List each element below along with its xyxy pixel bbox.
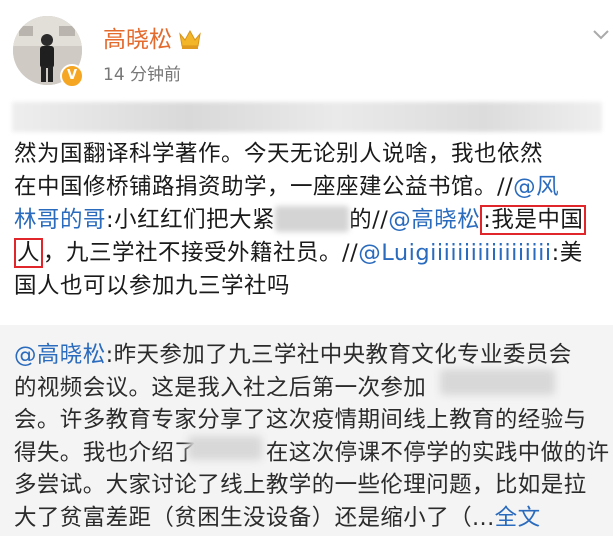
verified-badge: V bbox=[60, 64, 84, 88]
text-segment: 的// bbox=[349, 207, 389, 233]
text-segment: 多尝试。大家讨论了线上教学的一些伦理问题，比如是拉 bbox=[14, 472, 587, 498]
text-segment: 大了贫富差距（贫困生没设备）还是缩小了（... bbox=[14, 504, 495, 531]
text-line: 得失。我也介绍了 在这次停课不停学的实践中做的许 bbox=[14, 437, 612, 470]
text-line: 林哥的哥:小红红们把大紧 的//@高晓松:我是中国 bbox=[14, 204, 612, 237]
blurred-region bbox=[188, 436, 262, 460]
text-segment: 在中国修桥铺路捐资助学，一座座建公益书馆。// bbox=[14, 174, 514, 200]
text-segment: :美 bbox=[551, 240, 583, 266]
mention-link[interactable]: @Luigiiiiiiiiiiiiiiiiii bbox=[358, 240, 551, 266]
chevron-down-icon[interactable] bbox=[592, 28, 610, 42]
highlighted-text: 人 bbox=[14, 238, 44, 268]
text-line: @高晓松:昨天参加了九三学社中央教育文化专业委员会 bbox=[14, 339, 612, 372]
blurred-region bbox=[440, 369, 555, 395]
blurred-region bbox=[275, 206, 350, 232]
mention-link[interactable]: @高晓松 bbox=[14, 342, 106, 368]
post-timestamp: 14 分钟前 bbox=[103, 65, 182, 85]
text-segment: 的视频会议。这是我入社之后第一次参加 bbox=[14, 374, 427, 401]
text-segment: 然为国翻译科学著作。今天无论别人说啥，我也依然 bbox=[14, 141, 544, 167]
text-segment: :昨天参加了九三学社中央教育文化专业委员会 bbox=[105, 342, 572, 368]
text-line: 大了贫富差距（贫困生没设备）还是缩小了（...全文 bbox=[14, 502, 612, 535]
text-segment: 得失。我也介绍了 bbox=[14, 439, 198, 466]
mention-link[interactable]: 林哥的哥 bbox=[14, 207, 106, 233]
text-line: 在中国修桥铺路捐资助学，一座座建公益书馆。//@风 bbox=[14, 171, 612, 204]
post-body: 然为国翻译科学著作。今天无论别人说啥，我也依然 在中国修桥铺路捐资助学，一座座建公… bbox=[14, 138, 612, 303]
highlighted-text: :我是中国 bbox=[480, 205, 587, 235]
text-line: 然为国翻译科学著作。今天无论别人说啥，我也依然 bbox=[14, 138, 612, 171]
text-segment: 在这次停课不停学的实践中做的许 bbox=[265, 439, 610, 466]
text-segment: :小红红们把大紧 bbox=[106, 207, 276, 233]
mention-link[interactable]: @风 bbox=[513, 174, 559, 200]
post-header: V 高晓松 14 分钟前 bbox=[0, 0, 613, 100]
username[interactable]: 高晓松 bbox=[103, 26, 172, 54]
quoted-post[interactable]: @高晓松:昨天参加了九三学社中央教育文化专业委员会 的视频会议。这是我入社之后第一… bbox=[0, 325, 613, 536]
read-more-link[interactable]: 全文 bbox=[495, 505, 541, 531]
blurred-text-strip bbox=[12, 102, 602, 132]
text-segment: 会。许多教育专家分享了这次疫情期间线上教育的经验与 bbox=[14, 407, 587, 433]
text-line: 国人也可以参加九三学社吗 bbox=[14, 270, 612, 303]
crown-icon bbox=[179, 29, 201, 49]
mention-link[interactable]: @高晓松 bbox=[388, 207, 480, 233]
text-segment: 国人也可以参加九三学社吗 bbox=[14, 273, 291, 299]
text-segment: ，九三学社不接受外籍社员。// bbox=[43, 240, 359, 266]
text-line: 人，九三学社不接受外籍社员。//@Luigiiiiiiiiiiiiiiiiii:… bbox=[14, 237, 612, 270]
text-line: 会。许多教育专家分享了这次疫情期间线上教育的经验与 bbox=[14, 404, 612, 437]
text-line: 多尝试。大家讨论了线上教学的一些伦理问题，比如是拉 bbox=[14, 469, 612, 502]
